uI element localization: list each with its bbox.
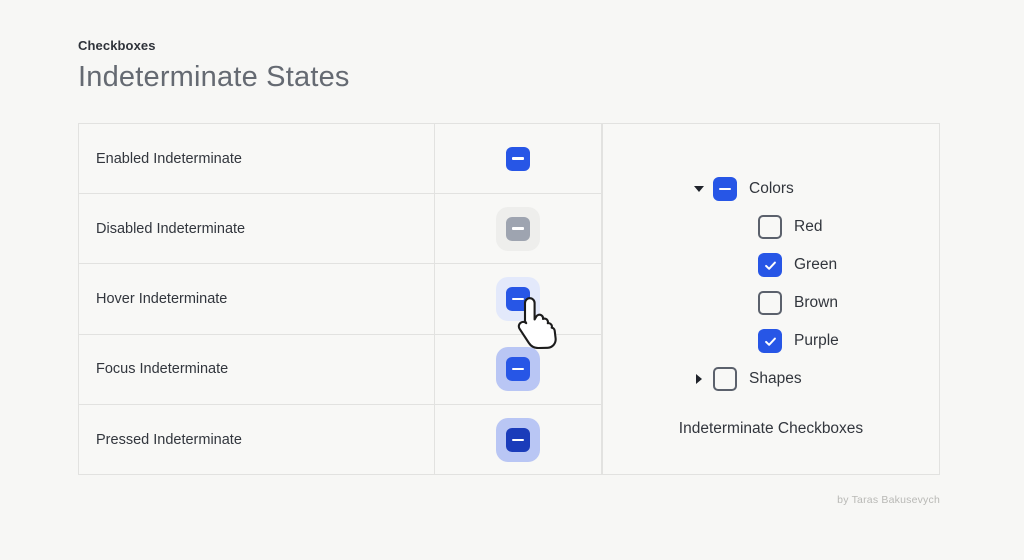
page-header: Checkboxes Indeterminate States: [78, 38, 350, 94]
table-row: Disabled Indeterminate: [79, 194, 601, 265]
state-label: Disabled Indeterminate: [79, 194, 435, 264]
state-checkbox-cell: [435, 335, 601, 404]
tree-item-label: Colors: [749, 180, 794, 197]
dash-icon: [512, 227, 524, 231]
demo-panel: Colors Red Green Brown Purple Shapes Indeterm…: [602, 123, 940, 475]
tree-item-label: Purple: [794, 332, 839, 349]
dash-icon: [719, 187, 731, 191]
checkbox-indeterminate[interactable]: [713, 177, 737, 201]
tree-item-colors[interactable]: Colors: [691, 170, 839, 208]
state-checkbox-cell: [435, 194, 601, 263]
tree-item-purple[interactable]: Purple: [691, 322, 839, 360]
table-row: Focus Indeterminate: [79, 334, 601, 405]
chevron-down-icon[interactable]: [691, 186, 707, 192]
states-table: Enabled Indeterminate Disabled Indetermin…: [78, 123, 602, 475]
dash-icon: [512, 157, 524, 160]
tree-item-label: Red: [794, 218, 823, 235]
credit-text: by Taras Bakusevych: [837, 494, 940, 506]
checkbox-indeterminate[interactable]: [506, 427, 530, 452]
checkbox-unchecked[interactable]: [758, 291, 782, 315]
state-checkbox-cell: [435, 405, 601, 475]
checkbox-indeterminate[interactable]: [506, 216, 530, 241]
tree-item-red[interactable]: Red: [691, 208, 839, 246]
tree-item-brown[interactable]: Brown: [691, 284, 839, 322]
tree-item-green[interactable]: Green: [691, 246, 839, 284]
tree-item-label: Brown: [794, 294, 838, 311]
tree-item-label: Shapes: [749, 370, 802, 387]
checkbox-halo-disabled[interactable]: [496, 206, 540, 251]
check-icon: [764, 261, 776, 270]
state-label: Hover Indeterminate: [79, 264, 435, 334]
tree-item-label: Green: [794, 256, 838, 273]
checkbox-halo-focus[interactable]: [496, 347, 540, 392]
checkbox-checked[interactable]: [758, 253, 782, 277]
checkbox-tree: Colors Red Green Brown Purple Shapes: [691, 170, 839, 398]
checkbox-checked[interactable]: [758, 329, 782, 353]
panel-caption: Indeterminate Checkboxes: [678, 420, 864, 437]
checkbox-indeterminate[interactable]: [506, 146, 530, 171]
state-label: Focus Indeterminate: [79, 334, 435, 404]
table-row: Enabled Indeterminate: [79, 124, 601, 195]
checkbox-halo-enabled[interactable]: [496, 137, 540, 181]
chevron-right-icon[interactable]: [691, 374, 707, 384]
page-title: Indeterminate States: [78, 61, 350, 93]
checkbox-indeterminate[interactable]: [506, 357, 530, 382]
checkbox-unchecked[interactable]: [758, 215, 782, 239]
state-checkbox-cell: [435, 124, 601, 193]
checkbox-indeterminate[interactable]: [506, 286, 530, 311]
state-checkbox-cell: [435, 264, 601, 333]
dash-icon: [512, 438, 524, 442]
table-row: Pressed Indeterminate: [79, 404, 601, 475]
tree-item-shapes[interactable]: Shapes: [691, 360, 839, 398]
eyebrow-label: Checkboxes: [78, 38, 156, 53]
dash-icon: [512, 297, 524, 301]
dash-icon: [512, 367, 524, 371]
state-label: Enabled Indeterminate: [79, 124, 435, 194]
table-row: Hover Indeterminate: [79, 264, 601, 335]
checkbox-unchecked[interactable]: [713, 367, 737, 391]
state-label: Pressed Indeterminate: [79, 404, 435, 475]
checkbox-halo-pressed[interactable]: [496, 417, 540, 462]
check-icon: [764, 337, 776, 346]
checkbox-halo-hover[interactable]: [496, 276, 540, 321]
